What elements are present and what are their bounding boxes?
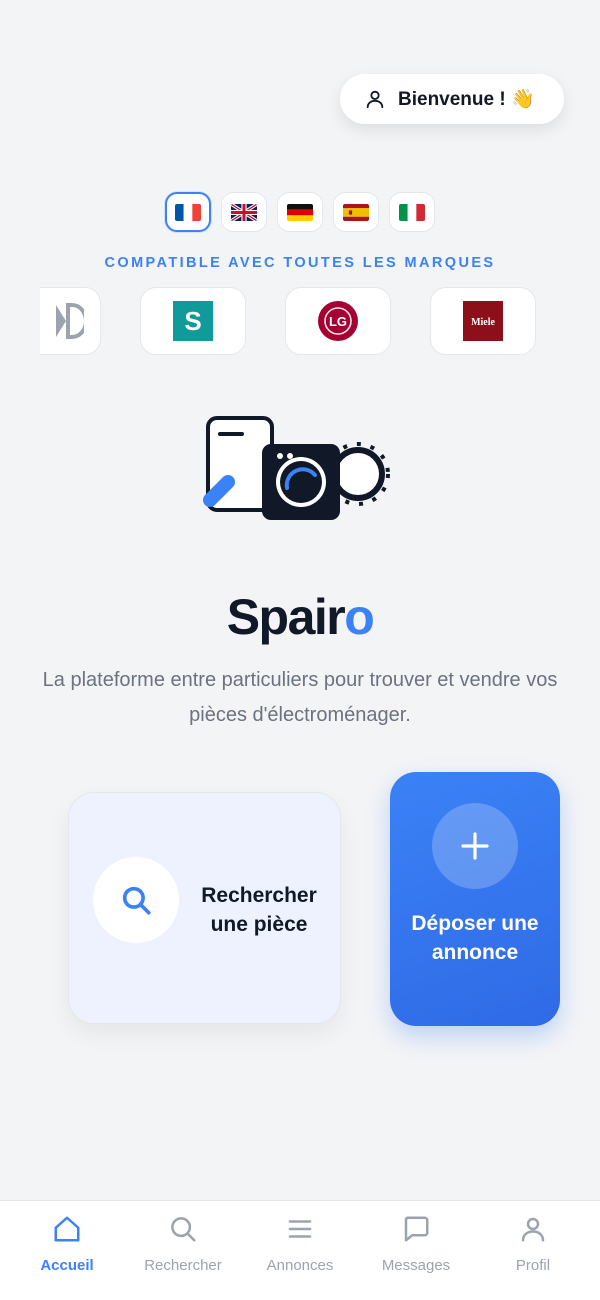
- tab-messages-label: Messages: [381, 1257, 451, 1274]
- flag-germany-icon: [287, 203, 313, 221]
- logo-accent: o: [344, 589, 375, 645]
- language-selector: [165, 192, 435, 232]
- siemens-logo-icon: S: [173, 301, 213, 341]
- siemens-logo-text: S: [184, 306, 201, 336]
- language-option-es[interactable]: [333, 192, 379, 232]
- tab-home[interactable]: Accueil: [7, 1213, 127, 1283]
- post-listing-card[interactable]: Déposer une annonce: [390, 772, 560, 1026]
- brand-card-partial[interactable]: [40, 287, 101, 355]
- flag-france-icon: [175, 203, 201, 221]
- tab-search[interactable]: Rechercher: [123, 1213, 243, 1283]
- search-icon-circle: [93, 857, 179, 943]
- user-icon: [521, 1217, 545, 1242]
- plus-icon: [461, 832, 489, 860]
- bottom-tab-bar: Accueil Rechercher Annonces Messages Pro…: [0, 1200, 600, 1300]
- tab-listings[interactable]: Annonces: [240, 1213, 360, 1283]
- logo-main: Spair: [226, 589, 346, 645]
- search-icon: [122, 886, 151, 915]
- tab-profile-label: Profil: [515, 1257, 551, 1274]
- flag-united-kingdom-icon: [231, 203, 257, 221]
- tab-search-label: Rechercher: [144, 1257, 222, 1274]
- tab-home-label: Accueil: [40, 1257, 94, 1274]
- brands-heading: COMPATIBLE AVEC TOUTES LES MARQUES: [104, 255, 496, 271]
- flag-italy-icon: [399, 203, 425, 221]
- brand-card-miele[interactable]: Miele: [430, 287, 536, 355]
- tab-messages[interactable]: Messages: [356, 1213, 476, 1283]
- lg-logo-text: LG: [329, 314, 347, 329]
- lg-logo-icon: LG: [318, 301, 358, 341]
- home-icon: [54, 1216, 80, 1242]
- partial-brand-logo-icon: [56, 303, 84, 339]
- list-icon: [288, 1220, 312, 1238]
- language-option-de[interactable]: [277, 192, 323, 232]
- miele-logo-text: Miele: [471, 317, 495, 328]
- app-logo: Spairo: [0, 588, 600, 646]
- language-option-en[interactable]: [221, 192, 267, 232]
- user-icon: [366, 90, 384, 109]
- brand-card-lg[interactable]: LG: [285, 287, 391, 355]
- post-listing-label: Déposer une annonce: [411, 912, 539, 964]
- miele-logo-icon: Miele: [463, 301, 503, 341]
- search-part-card[interactable]: Rechercher une pièce: [68, 792, 341, 1024]
- tab-profile[interactable]: Profil: [473, 1213, 593, 1283]
- welcome-button[interactable]: Bienvenue ! 👋: [340, 74, 564, 124]
- tagline: La plateforme entre particuliers pour tr…: [42, 669, 558, 726]
- brand-carousel[interactable]: S LG Miele: [40, 287, 540, 355]
- message-icon: [404, 1216, 429, 1242]
- language-option-it[interactable]: [389, 192, 435, 232]
- search-icon: [171, 1217, 196, 1242]
- flag-spain-icon: [343, 203, 369, 221]
- brand-card-siemens[interactable]: S: [140, 287, 246, 355]
- language-option-fr[interactable]: [165, 192, 211, 232]
- tab-listings-label: Annonces: [266, 1257, 334, 1274]
- phone-washing-machine-icon: [203, 416, 390, 520]
- welcome-text: Bienvenue ! 👋: [398, 89, 535, 110]
- search-part-label: Rechercher une pièce: [201, 884, 317, 936]
- plus-icon-circle: [432, 803, 518, 889]
